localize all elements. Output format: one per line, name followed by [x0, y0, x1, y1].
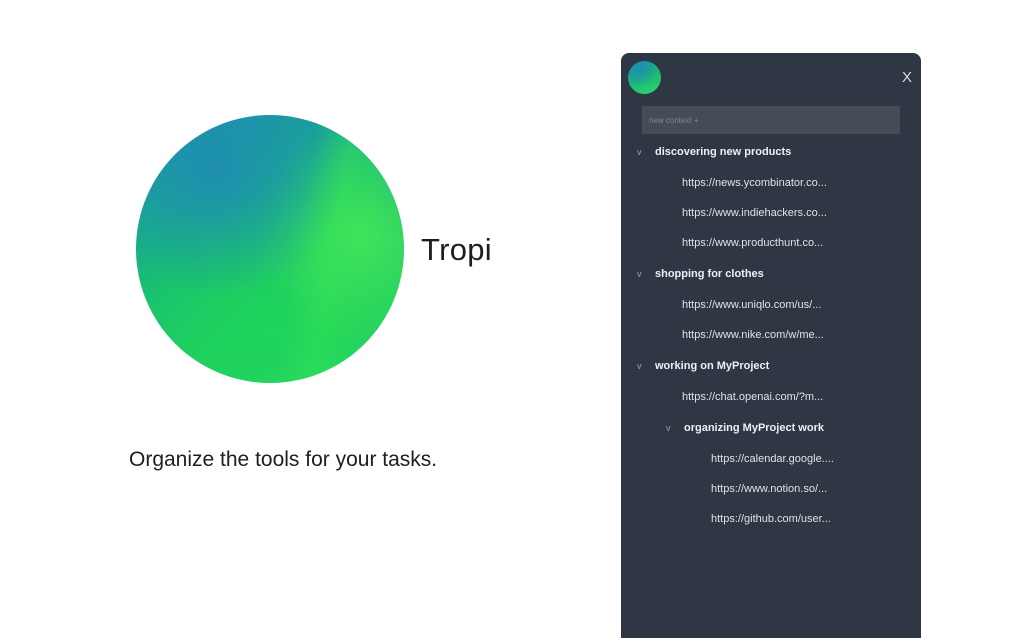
tagline: Organize the tools for your tasks. [129, 448, 438, 471]
new-context-input[interactable] [642, 106, 900, 134]
tab-link[interactable]: https://github.com/user... [711, 513, 831, 525]
chevron-down-icon[interactable]: v [666, 423, 671, 433]
tab-link[interactable]: https://www.nike.com/w/me... [682, 329, 824, 341]
page: Tropi Organize the tools for your tasks.… [0, 0, 1020, 638]
group-working-on-myproject[interactable]: working on MyProject [655, 360, 769, 372]
brand-orb-logo [136, 115, 404, 383]
group-discovering-new-products[interactable]: discovering new products [655, 146, 791, 158]
context-panel: X v discovering new products https://new… [621, 53, 921, 638]
tab-link[interactable]: https://www.indiehackers.co... [682, 207, 827, 219]
tab-link[interactable]: https://calendar.google.... [711, 453, 834, 465]
tab-link[interactable]: https://news.ycombinator.co... [682, 177, 827, 189]
chevron-down-icon[interactable]: v [637, 361, 642, 371]
avatar[interactable] [628, 61, 661, 94]
tab-link[interactable]: https://www.producthunt.co... [682, 237, 823, 249]
close-icon[interactable]: X [902, 69, 912, 86]
chevron-down-icon[interactable]: v [637, 269, 642, 279]
chevron-down-icon[interactable]: v [637, 147, 642, 157]
brand-name: Tropi [421, 232, 492, 267]
tab-link[interactable]: https://www.uniqlo.com/us/... [682, 299, 821, 311]
subgroup-organizing-myproject-work[interactable]: organizing MyProject work [684, 422, 824, 434]
group-shopping-for-clothes[interactable]: shopping for clothes [655, 268, 764, 280]
tab-link[interactable]: https://www.notion.so/... [711, 483, 827, 495]
tab-link[interactable]: https://chat.openai.com/?m... [682, 391, 823, 403]
